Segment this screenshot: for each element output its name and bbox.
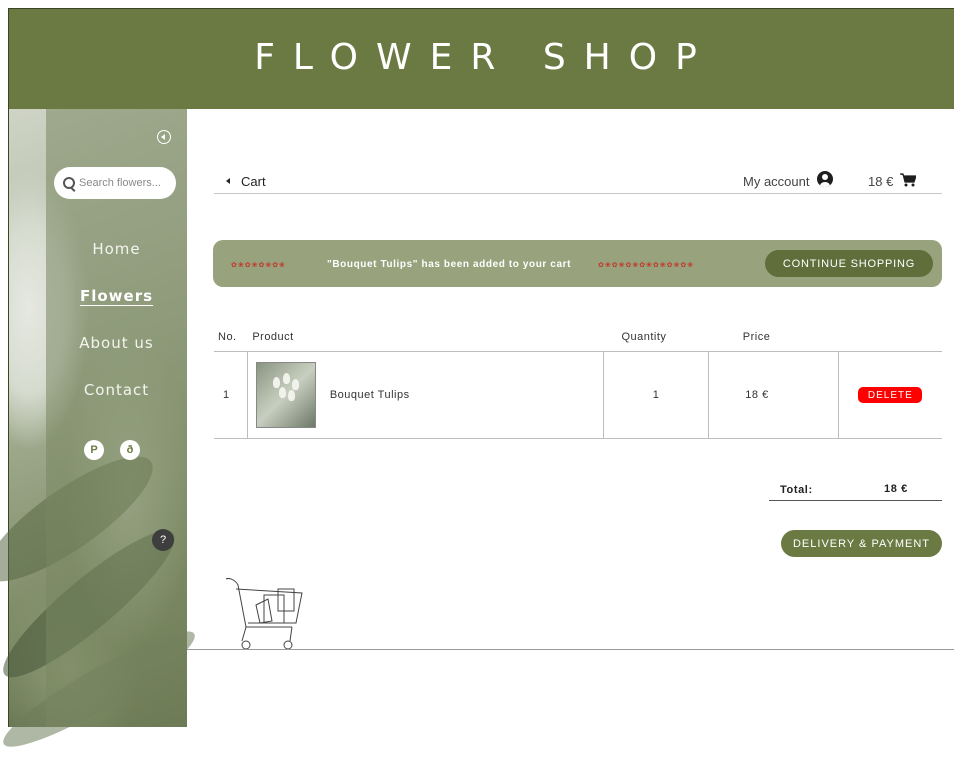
delivery-payment-button[interactable]: DELIVERY & PAYMENT [781,530,942,557]
col-no: No. [214,331,248,352]
nav-flowers[interactable]: Flowers [46,287,187,305]
sidebar-panel [46,109,187,727]
social-ok-icon[interactable]: ð [120,440,140,460]
col-product: Product [247,331,604,352]
social-p-icon[interactable]: P [84,440,104,460]
back-icon[interactable] [226,178,230,184]
table-row: 1 Bouquet Tulips 1 18 € DELETE [214,351,942,439]
search-icon [63,177,75,189]
cart-table: No. Product Quantity Price 1 Bouquet Tul [214,331,942,439]
search-box[interactable] [54,167,176,199]
breadcrumb[interactable]: Cart [241,174,266,189]
cart-icon[interactable] [900,173,916,187]
collapse-icon[interactable] [157,130,171,144]
nav-contact[interactable]: Contact [46,381,187,399]
total-value: 18 € [884,483,908,495]
nav-home[interactable]: Home [46,240,187,258]
top-bar: Cart My account 18 € [214,170,942,194]
product-cell: Bouquet Tulips [246,351,604,439]
row-number: 1 [214,351,248,439]
product-thumbnail[interactable] [255,362,316,428]
flower-decoration-icon: ✿❀✿❀✿❀✿❀ [231,262,286,269]
cart-total-top: 18 € [868,174,894,189]
col-quantity: Quantity [603,331,709,352]
price-cell: 18 € [708,351,839,439]
continue-shopping-button[interactable]: CONTINUE SHOPPING [765,250,933,277]
my-account-link[interactable]: My account [743,174,809,189]
banner-message: "Bouquet Tulips" has been added to your … [327,259,572,270]
site-title: FLOWER SHOP [254,37,715,78]
total-label: Total: [780,484,813,496]
search-input[interactable] [79,177,174,189]
floor-line [187,649,954,650]
help-button[interactable]: ? [152,529,174,551]
nav-about-us[interactable]: About us [46,334,187,352]
quantity-cell[interactable]: 1 [602,351,709,439]
cart-illustration-icon [225,578,303,650]
delete-button[interactable]: DELETE [858,387,923,403]
total-divider [769,500,942,501]
site-header: FLOWER SHOP [8,8,954,109]
product-name[interactable]: Bouquet Tulips [330,389,410,401]
col-price: Price [708,331,839,352]
user-icon[interactable] [817,171,833,187]
flower-decoration-icon: ✿❀✿❀✿❀✿❀✿❀✿❀✿❀ [598,262,695,269]
